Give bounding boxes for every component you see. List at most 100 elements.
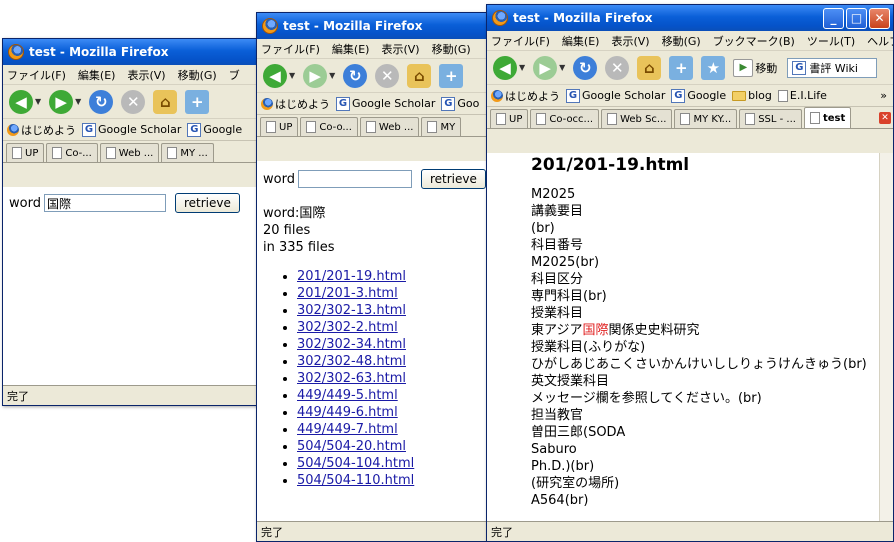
title-bar[interactable]: test - Mozilla Firefox <box>3 39 263 65</box>
bookmarks-overflow-chevron[interactable]: » <box>880 89 893 102</box>
back-icon[interactable]: ◀ <box>493 55 517 80</box>
forward-dropdown-icon[interactable]: ▼ <box>329 71 335 80</box>
tab-my-ky[interactable]: MY KY... <box>674 109 738 128</box>
firefox-icon <box>262 18 278 34</box>
result-link[interactable]: 449/449-6.html <box>297 405 398 420</box>
result-link[interactable]: 302/302-2.html <box>297 320 398 335</box>
tab-up[interactable]: UP <box>260 117 299 136</box>
menu-tools[interactable]: ツール(T) <box>807 33 855 49</box>
forward-dropdown-icon[interactable]: ▼ <box>75 97 81 106</box>
tab-ssl[interactable]: SSL - ... <box>739 109 802 128</box>
menu-file[interactable]: ファイル(F) <box>261 41 320 57</box>
search-box[interactable]: G 書評 Wiki <box>787 57 878 78</box>
retrieve-button[interactable]: retrieve <box>174 193 240 213</box>
stop-icon[interactable]: ✕ <box>121 89 146 114</box>
reload-icon[interactable]: ↻ <box>573 55 598 80</box>
tab-co-occ[interactable]: Co-occ... <box>530 109 600 128</box>
stop-icon[interactable]: ✕ <box>605 55 630 80</box>
new-tab-icon[interactable]: + <box>669 55 694 80</box>
maximize-icon[interactable]: □ <box>846 7 867 29</box>
menu-view[interactable]: 表示(V) <box>381 41 419 57</box>
menu-edit[interactable]: 編集(E) <box>562 33 600 49</box>
bookmark-getting-started[interactable]: はじめよう <box>7 122 76 138</box>
reload-icon[interactable]: ↻ <box>343 63 368 88</box>
bookmark-google[interactable]: G Google <box>671 88 726 103</box>
document-body: 201/201-19.html M2025 講義要目 (br) 科目番号 M20… <box>531 153 873 509</box>
forward-icon[interactable]: ▶ <box>303 63 328 88</box>
result-link[interactable]: 201/201-3.html <box>297 286 398 301</box>
home-icon[interactable]: ⌂ <box>637 55 662 80</box>
tab-co[interactable]: Co-... <box>46 143 98 162</box>
menu-go[interactable]: 移動(G) <box>662 33 701 49</box>
result-link[interactable]: 302/302-63.html <box>297 371 406 386</box>
home-icon[interactable]: ⌂ <box>407 63 432 88</box>
tab-web[interactable]: Web ... <box>359 117 420 136</box>
list-item: 302/302-13.html <box>297 302 485 319</box>
bookmark-google-scholar[interactable]: G Google Scholar <box>336 96 435 111</box>
vertical-scrollbar[interactable] <box>879 153 893 521</box>
firefox-window-3: test - Mozilla Firefox _ □ ✕ ファイル(F) 編集(… <box>486 4 894 542</box>
bookmark-getting-started[interactable]: はじめよう <box>491 88 560 104</box>
close-icon[interactable]: ✕ <box>869 7 890 29</box>
bookmark-page-icon[interactable]: ★ <box>701 55 726 80</box>
menu-file[interactable]: ファイル(F) <box>7 67 66 83</box>
new-tab-icon[interactable]: + <box>439 63 464 88</box>
list-item: 302/302-2.html <box>297 319 485 336</box>
word-input[interactable] <box>297 170 412 188</box>
back-dropdown-icon[interactable]: ▼ <box>519 63 525 72</box>
home-icon[interactable]: ⌂ <box>153 89 178 114</box>
word-input[interactable] <box>43 194 166 212</box>
tab-up[interactable]: UP <box>490 109 529 128</box>
retrieve-button[interactable]: retrieve <box>420 169 486 189</box>
forward-icon[interactable]: ▶ <box>49 89 74 114</box>
menu-bookmarks[interactable]: ブ <box>229 67 240 83</box>
menu-view[interactable]: 表示(V) <box>611 33 649 49</box>
result-link[interactable]: 201/201-19.html <box>297 269 406 284</box>
minimize-icon[interactable]: _ <box>823 7 844 29</box>
new-tab-icon[interactable]: + <box>185 89 210 114</box>
bookmark-eilife[interactable]: E.I.Life <box>777 89 827 102</box>
bookmark-google[interactable]: G Google <box>187 122 242 137</box>
menu-edit[interactable]: 編集(E) <box>78 67 116 83</box>
navigation-toolbar: ◀ ▼ ▶ ▼ ↻ ✕ ⌂ + <box>257 59 491 93</box>
title-bar[interactable]: test - Mozilla Firefox <box>257 13 491 39</box>
result-link[interactable]: 504/504-20.html <box>297 439 406 454</box>
reload-icon[interactable]: ↻ <box>89 89 114 114</box>
go-button[interactable]: ▶ 移動 <box>733 58 777 77</box>
back-dropdown-icon[interactable]: ▼ <box>35 97 41 106</box>
back-icon[interactable]: ◀ <box>9 89 33 114</box>
back-dropdown-icon[interactable]: ▼ <box>289 71 295 80</box>
menu-help[interactable]: ヘルプ(H) <box>867 33 893 49</box>
menu-view[interactable]: 表示(V) <box>127 67 165 83</box>
tab-up[interactable]: UP <box>6 143 45 162</box>
tab-web-sc[interactable]: Web Sc... <box>601 109 673 128</box>
forward-icon[interactable]: ▶ <box>533 55 558 80</box>
close-tab-icon[interactable]: ✕ <box>879 112 891 124</box>
stop-icon[interactable]: ✕ <box>375 63 400 88</box>
bookmark-google[interactable]: G Goo <box>441 96 479 111</box>
bookmark-google-scholar[interactable]: G Google Scholar <box>82 122 181 137</box>
tab-my[interactable]: MY <box>421 117 462 136</box>
bookmark-getting-started[interactable]: はじめよう <box>261 96 330 112</box>
result-link[interactable]: 504/504-110.html <box>297 473 414 488</box>
menu-edit[interactable]: 編集(E) <box>332 41 370 57</box>
tab-web[interactable]: Web ... <box>99 143 160 162</box>
result-link[interactable]: 449/449-7.html <box>297 422 398 437</box>
tab-co[interactable]: Co-o... <box>300 117 358 136</box>
result-link[interactable]: 302/302-13.html <box>297 303 406 318</box>
menu-go[interactable]: 移動(G) <box>432 41 471 57</box>
back-icon[interactable]: ◀ <box>263 63 287 88</box>
tab-my[interactable]: MY ... <box>161 143 214 162</box>
title-bar[interactable]: test - Mozilla Firefox _ □ ✕ <box>487 5 893 31</box>
result-link[interactable]: 449/449-5.html <box>297 388 398 403</box>
menu-file[interactable]: ファイル(F) <box>491 33 550 49</box>
tab-test[interactable]: test <box>803 107 852 128</box>
result-link[interactable]: 302/302-34.html <box>297 337 406 352</box>
result-link[interactable]: 302/302-48.html <box>297 354 406 369</box>
forward-dropdown-icon[interactable]: ▼ <box>559 63 565 72</box>
menu-bookmarks[interactable]: ブックマーク(B) <box>713 33 795 49</box>
result-link[interactable]: 504/504-104.html <box>297 456 414 471</box>
bookmark-folder-blog[interactable]: blog <box>732 89 772 102</box>
menu-go[interactable]: 移動(G) <box>178 67 217 83</box>
bookmark-google-scholar[interactable]: G Google Scholar <box>566 88 665 103</box>
